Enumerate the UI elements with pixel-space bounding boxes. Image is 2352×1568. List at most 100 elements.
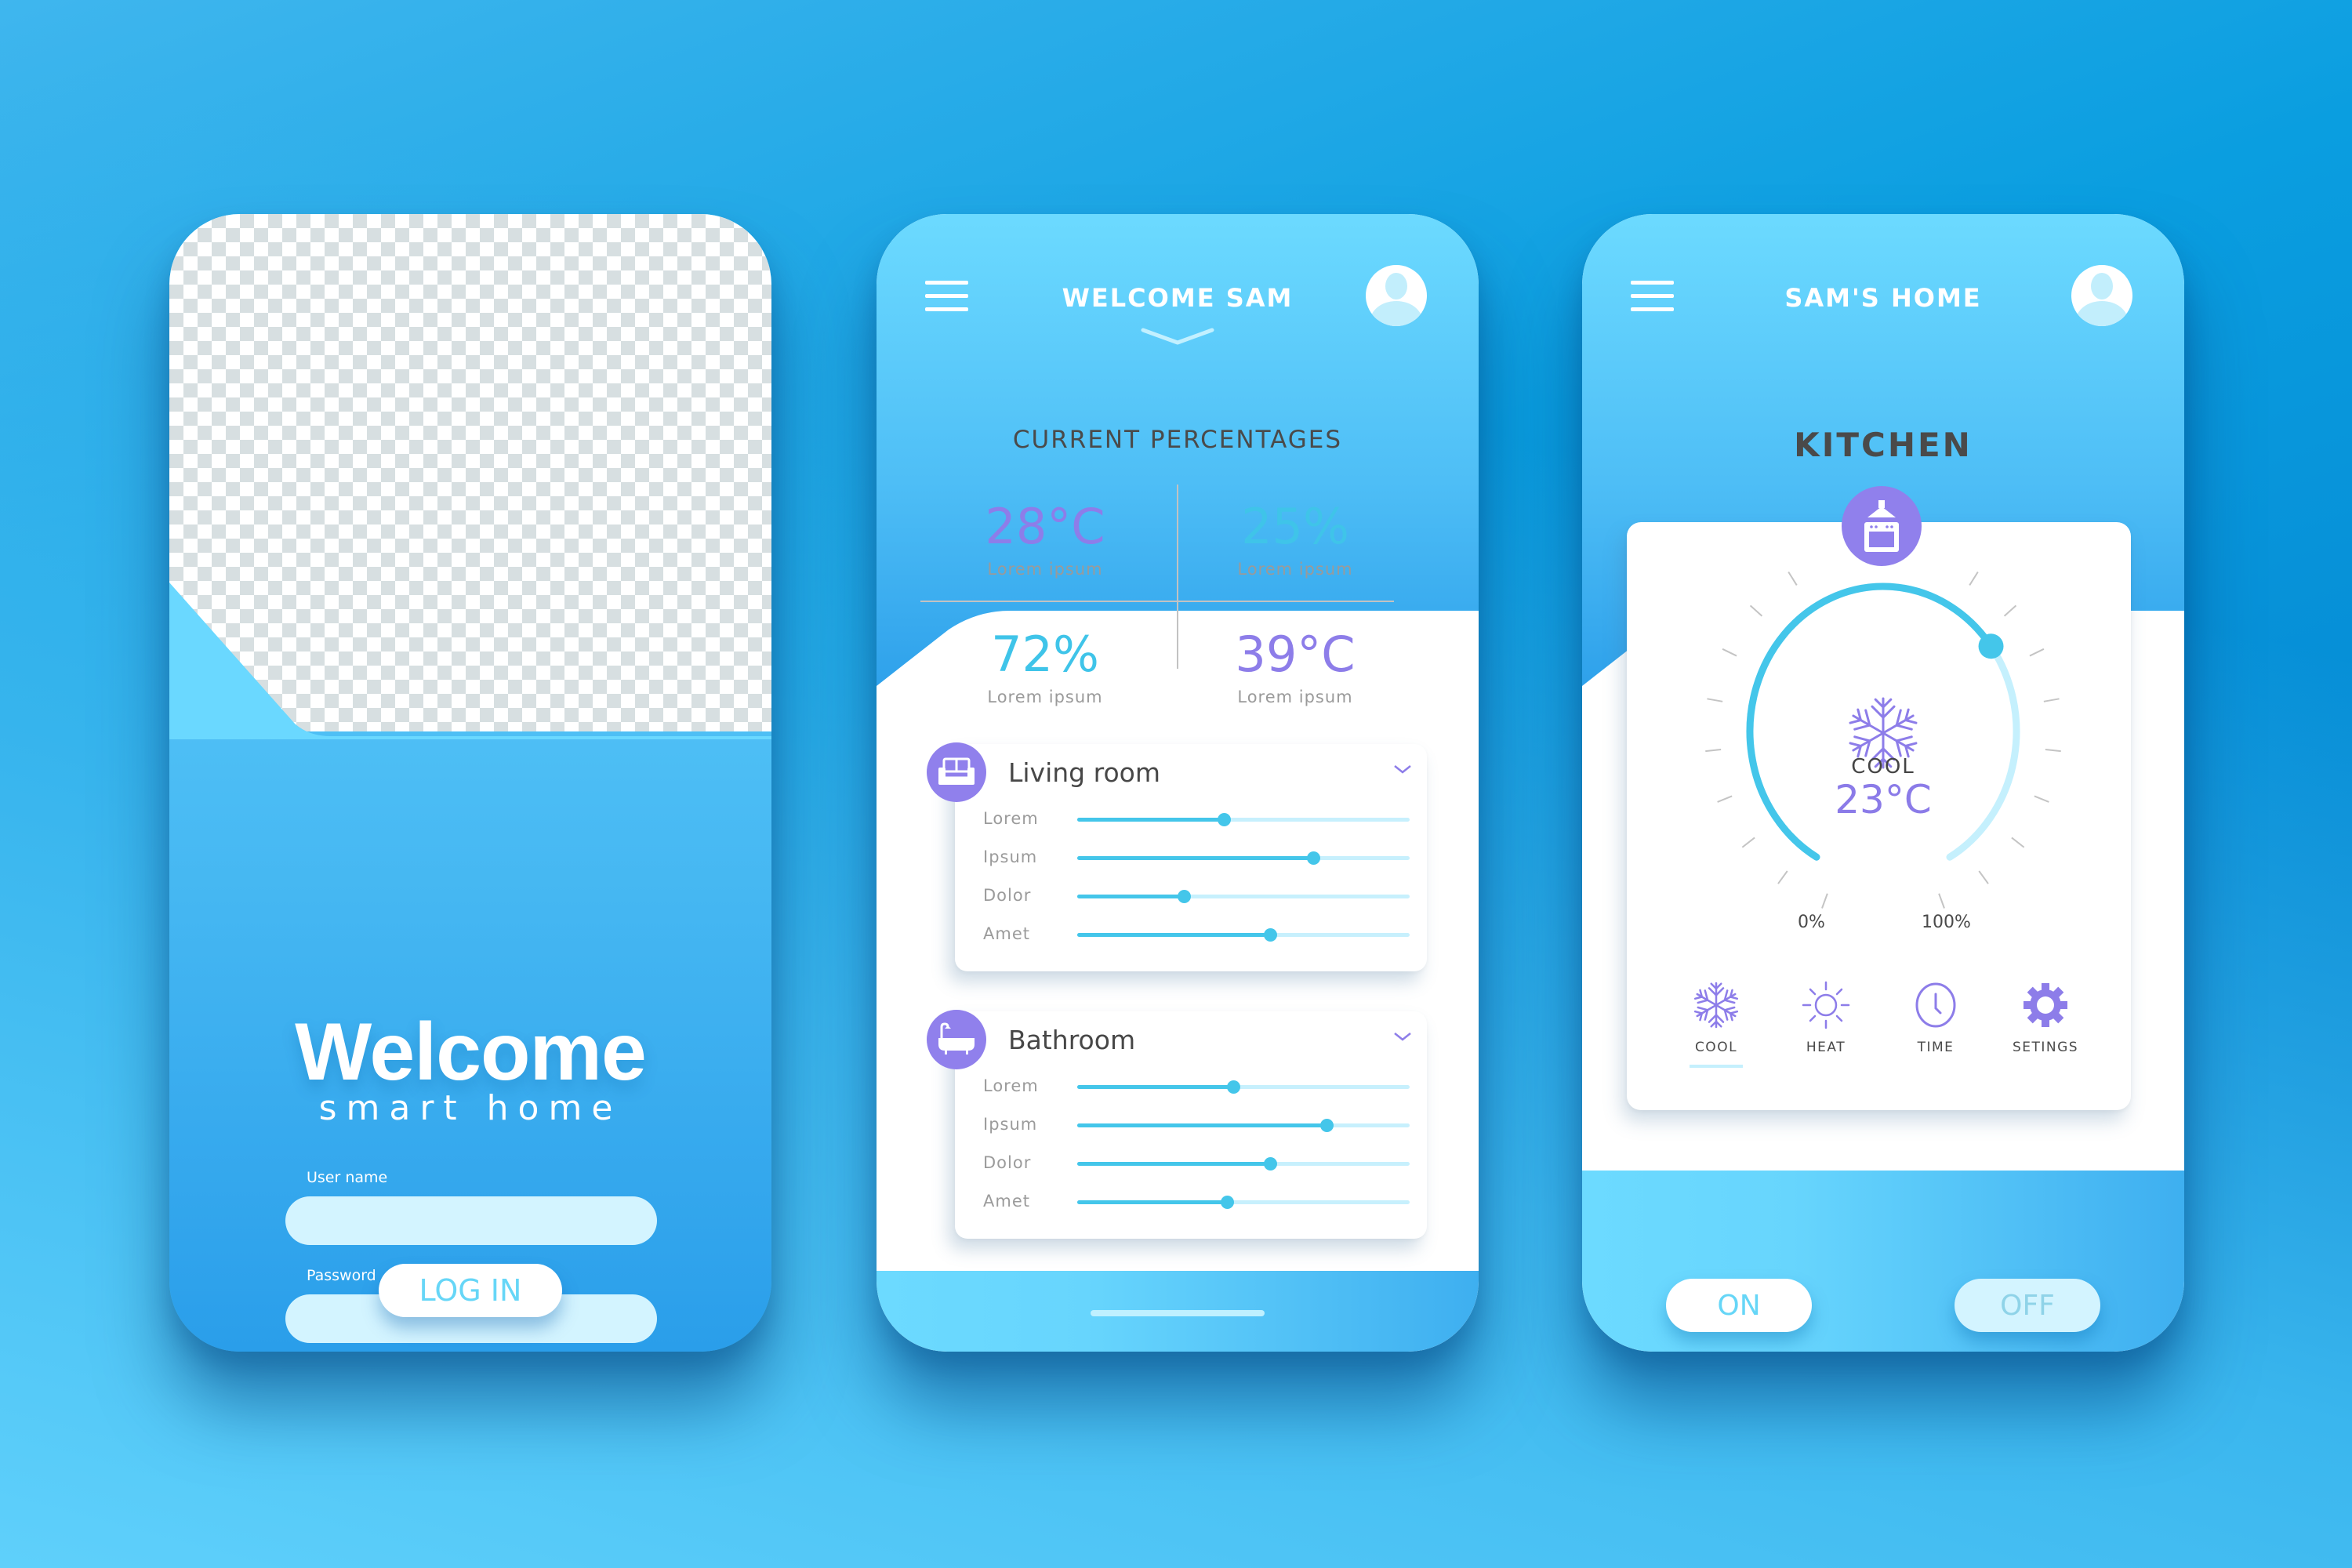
slider-knob[interactable]: [1220, 1196, 1234, 1209]
slider-track[interactable]: [1077, 1196, 1410, 1209]
slider-track[interactable]: [1077, 1080, 1410, 1094]
dial-max-label: 100%: [1922, 913, 1971, 932]
slider-track[interactable]: [1077, 890, 1410, 903]
dial-tick: [1741, 837, 1755, 848]
slider-label: Lorem: [983, 1076, 1039, 1095]
slider-track[interactable]: [1077, 851, 1410, 865]
dial-temperature: 23°C: [1835, 777, 1932, 822]
slider-label: Dolor: [983, 1153, 1032, 1172]
slider-fill: [1077, 1162, 1270, 1166]
slider[interactable]: Lorem: [983, 808, 1410, 831]
home-indicator[interactable]: [1091, 1310, 1265, 1316]
dial-tick: [1705, 749, 1722, 753]
slider[interactable]: Dolor: [983, 884, 1410, 908]
dial-tick: [1749, 604, 1763, 617]
dial-tick: [2029, 648, 2045, 657]
slider-fill: [1077, 895, 1184, 898]
slider-label: Ipsum: [983, 848, 1038, 866]
dial-tick: [1978, 870, 1989, 884]
clock-icon: [1915, 982, 1956, 1028]
user-avatar-icon[interactable]: [1366, 265, 1427, 326]
stat-label: Lorem ipsum: [1237, 688, 1353, 706]
sofa-icon: [927, 742, 986, 802]
password-label: Password: [307, 1267, 376, 1284]
slider-fill: [1077, 933, 1270, 937]
slider-knob[interactable]: [1217, 813, 1231, 826]
dial-tick: [2011, 837, 2025, 848]
slider-track[interactable]: [1077, 928, 1410, 942]
login-wave-shape: [169, 583, 771, 739]
stove-icon: [1842, 486, 1922, 566]
dial-tick: [2043, 698, 2060, 702]
dial-tick: [1969, 571, 1979, 586]
stat-value: 72%: [991, 626, 1099, 683]
welcome-subtitle: smart home: [318, 1088, 622, 1128]
dial-tick: [1788, 571, 1798, 586]
stat-cell: 39°C Lorem ipsum: [1178, 626, 1413, 707]
tab-heat[interactable]: HEAT: [1775, 980, 1877, 1055]
on-button[interactable]: ON: [1666, 1279, 1812, 1332]
slider-knob[interactable]: [1263, 928, 1277, 942]
tab-settings[interactable]: SETINGS: [1994, 980, 2096, 1055]
dial-knob[interactable]: [1978, 633, 2004, 659]
dial-tick: [1821, 893, 1828, 909]
slider-knob[interactable]: [1227, 1080, 1241, 1094]
stat-value: 28°C: [985, 498, 1105, 555]
room-name: Bathroom: [1008, 1025, 1136, 1055]
dashboard-screen: WELCOME SAM CURRENT PERCENTAGES 28°C Lor…: [877, 214, 1479, 1352]
kitchen-screen: SAM'S HOME KITCHEN COOL 23°C 0% 100% COO…: [1582, 214, 2184, 1352]
slider-track[interactable]: [1077, 813, 1410, 826]
slider[interactable]: Amet: [983, 1190, 1410, 1214]
stat-label: Lorem ipsum: [1237, 560, 1353, 579]
slider-fill: [1077, 1200, 1227, 1204]
slider[interactable]: Lorem: [983, 1075, 1410, 1098]
sun-icon: [1802, 981, 1850, 1029]
slider-fill: [1077, 1123, 1327, 1127]
off-button[interactable]: OFF: [1955, 1279, 2100, 1332]
bottom-bar: [877, 1271, 1479, 1352]
stat-value: 25%: [1241, 498, 1349, 555]
slider[interactable]: Ipsum: [983, 846, 1410, 869]
room-card-bathroom: Bathroom Lorem Ipsum Dolor Amet: [927, 1010, 1427, 1239]
slider-track[interactable]: [1077, 1157, 1410, 1171]
stat-label: Lorem ipsum: [987, 560, 1103, 579]
chevron-down-icon[interactable]: [1140, 324, 1215, 347]
room-card-living-room: Living room Lorem Ipsum Dolor Amet: [927, 742, 1427, 971]
slider-label: Amet: [983, 924, 1030, 943]
tab-label: TIME: [1917, 1040, 1955, 1055]
slider[interactable]: Ipsum: [983, 1113, 1410, 1137]
slider[interactable]: Dolor: [983, 1152, 1410, 1175]
snowflake-icon: [1693, 982, 1739, 1029]
stat-cell: 28°C Lorem ipsum: [927, 502, 1163, 579]
dial-tick: [1938, 893, 1945, 909]
username-input[interactable]: [285, 1196, 657, 1245]
slider-knob[interactable]: [1263, 1157, 1277, 1171]
tab-label: COOL: [1694, 1040, 1738, 1055]
slider-knob[interactable]: [1320, 1119, 1334, 1132]
room-title: KITCHEN: [1794, 426, 1973, 464]
slider-fill: [1077, 856, 1314, 860]
active-tab-indicator: [1690, 1065, 1743, 1068]
login-button[interactable]: LOG IN: [379, 1264, 562, 1317]
username-label: User name: [307, 1169, 388, 1186]
slider[interactable]: Amet: [983, 923, 1410, 946]
dial-tick: [1777, 870, 1788, 884]
stat-value: 39°C: [1235, 626, 1356, 683]
bathtub-icon: [927, 1010, 986, 1069]
slider-track[interactable]: [1077, 1119, 1410, 1132]
user-avatar-icon[interactable]: [2071, 265, 2132, 326]
gear-icon: [2024, 983, 2067, 1027]
tab-time[interactable]: TIME: [1885, 980, 1987, 1055]
chevron-down-icon[interactable]: [1392, 1030, 1413, 1043]
tab-cool[interactable]: COOL: [1665, 980, 1767, 1068]
chevron-down-icon[interactable]: [1392, 763, 1413, 775]
slider-label: Dolor: [983, 886, 1032, 905]
slider-label: Ipsum: [983, 1115, 1038, 1134]
slider-knob[interactable]: [1307, 851, 1321, 865]
stat-label: Lorem ipsum: [987, 688, 1103, 706]
power-controls: ON OFF: [1582, 1171, 2184, 1352]
dial-min-label: 0%: [1798, 913, 1825, 932]
slider-knob[interactable]: [1177, 890, 1191, 903]
welcome-title: Welcome: [295, 1007, 647, 1098]
tab-label: HEAT: [1806, 1040, 1846, 1055]
